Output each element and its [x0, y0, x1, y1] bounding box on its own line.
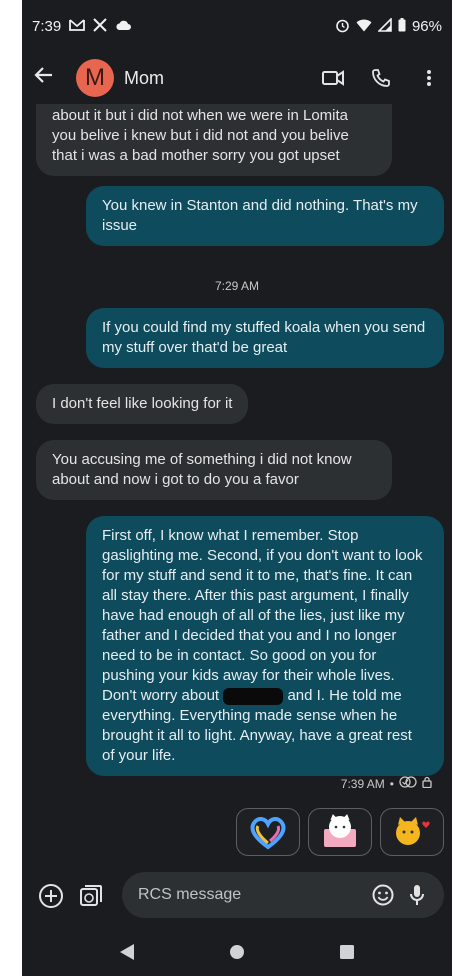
cloud-icon [115, 19, 132, 33]
cat-heart-sticker[interactable] [380, 808, 444, 856]
phone-call-icon[interactable] [370, 67, 392, 89]
battery-icon [398, 18, 406, 34]
signal-icon [377, 17, 392, 34]
message-text: about it but i did not when we were in L… [52, 107, 349, 164]
heart-sticker[interactable] [236, 808, 300, 856]
lock-icon [422, 776, 432, 791]
read-receipt-icon [399, 776, 417, 791]
delivery-separator: • [389, 776, 394, 791]
status-time: 7:39 [32, 17, 62, 35]
system-navigation-bar [22, 928, 452, 976]
message-thread[interactable]: about it but i did not when we were in L… [22, 102, 452, 864]
message-text: I don't feel like looking for it [52, 395, 233, 412]
back-arrow-icon[interactable] [34, 64, 66, 92]
gmail-icon [69, 19, 86, 33]
redaction-mark [223, 687, 284, 705]
microphone-icon[interactable] [404, 882, 430, 908]
message-outgoing[interactable]: You knew in Stanton and did nothing. Tha… [86, 186, 444, 246]
messages-screen: 7:39 96% M Mom about it but i did not wh… [0, 0, 474, 976]
delivery-time: 7:39 AM [340, 776, 385, 791]
conversation-header: M Mom [22, 52, 452, 104]
recents-nav-icon[interactable] [335, 940, 359, 964]
message-outgoing[interactable]: First off, I know what I remember. Stop … [86, 516, 444, 776]
battery-percent: 96% [411, 17, 442, 35]
message-composer [22, 868, 452, 924]
left-border [0, 0, 22, 976]
contact-avatar[interactable]: M [76, 59, 114, 97]
message-incoming[interactable]: I don't feel like looking for it [36, 384, 249, 424]
message-incoming[interactable]: about it but i did not when we were in L… [36, 102, 392, 176]
message-text: You accusing me of something i did not k… [52, 451, 352, 488]
x-icon [93, 18, 107, 34]
wifi-icon [356, 19, 372, 34]
message-text: If you could find my stuffed koala when … [102, 319, 426, 356]
delivery-status: 7:39 AM • [341, 776, 432, 791]
message-input[interactable] [136, 885, 362, 905]
video-call-icon[interactable] [322, 67, 344, 89]
message-text: You knew in Stanton and did nothing. Tha… [102, 197, 418, 234]
message-text: First off, I know what I remember. Stop … [102, 527, 423, 704]
status-bar: 7:39 96% [22, 0, 452, 52]
right-border [452, 0, 474, 976]
add-attachment-icon[interactable] [36, 881, 66, 911]
back-nav-icon[interactable] [115, 940, 139, 964]
contact-name[interactable]: Mom [124, 68, 164, 89]
alarm-icon [335, 18, 350, 35]
message-incoming[interactable]: You accusing me of something i did not k… [36, 440, 392, 500]
cat-card-sticker[interactable] [308, 808, 372, 856]
message-timestamp: 7:29 AM [214, 279, 260, 293]
more-options-icon[interactable] [418, 67, 440, 89]
message-input-pill[interactable] [122, 872, 444, 918]
emoji-icon[interactable] [370, 882, 396, 908]
message-outgoing[interactable]: If you could find my stuffed koala when … [86, 308, 444, 368]
home-nav-icon[interactable] [225, 940, 249, 964]
gallery-icon[interactable] [76, 881, 106, 911]
